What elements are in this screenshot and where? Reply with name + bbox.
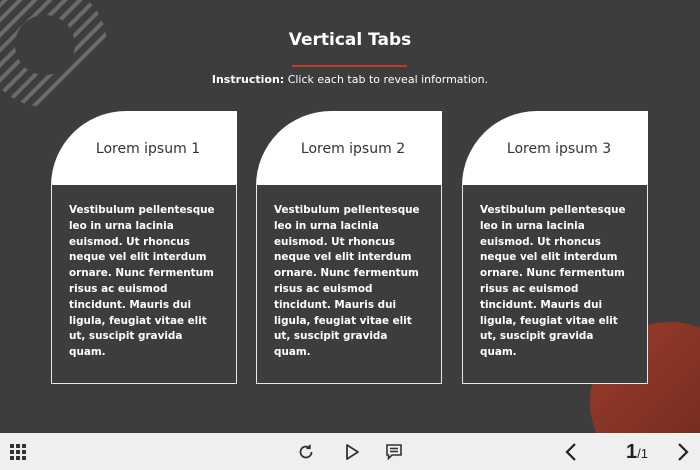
page-title: Vertical Tabs [288,30,412,50]
next-arrow-icon[interactable] [672,441,694,463]
tab-label: Lorem ipsum 1 [95,140,201,157]
play-icon[interactable] [342,442,362,462]
tab-panel-text: Vestibulum pellentesque leo in urna laci… [274,204,420,359]
slide-stage: Vertical Tabs Instruction: Click each ta… [0,0,700,433]
tab-panel-text: Vestibulum pellentesque leo in urna laci… [480,204,626,359]
tab-panel-2: Vestibulum pellentesque leo in urna laci… [256,185,442,384]
player-controls-bar: 1/1 [0,433,700,470]
tab-3[interactable]: Lorem ipsum 3 [462,111,648,186]
tab-1[interactable]: Lorem ipsum 1 [51,111,237,186]
instruction-text: Instruction: Click each tab to reveal in… [0,73,700,86]
tab-panel-3: Vestibulum pellentesque leo in urna laci… [462,185,648,384]
tab-panel-1: Vestibulum pellentesque leo in urna laci… [51,185,237,384]
tab-2[interactable]: Lorem ipsum 2 [256,111,442,186]
striped-circle-decoration [0,0,107,107]
instruction-label: Instruction: [211,73,285,86]
tab-card-2: Lorem ipsum 2 Vestibulum pellentesque le… [256,111,442,385]
replay-icon[interactable] [296,442,316,462]
page-total: /1 [637,446,648,461]
grid-menu-icon[interactable] [8,442,28,462]
page-indicator: 1/1 [626,441,648,464]
tab-label: Lorem ipsum 3 [506,140,612,157]
comment-icon[interactable] [384,442,404,462]
instruction-body: Click each tab to reveal information. [284,73,489,86]
tab-label: Lorem ipsum 2 [300,140,406,157]
tab-panel-text: Vestibulum pellentesque leo in urna laci… [69,204,215,359]
title-underline [292,65,407,67]
tab-card-1: Lorem ipsum 1 Vestibulum pellentesque le… [51,111,237,385]
prev-arrow-icon[interactable] [560,441,582,463]
page-current: 1 [626,441,638,463]
tab-card-3: Lorem ipsum 3 Vestibulum pellentesque le… [462,111,648,385]
